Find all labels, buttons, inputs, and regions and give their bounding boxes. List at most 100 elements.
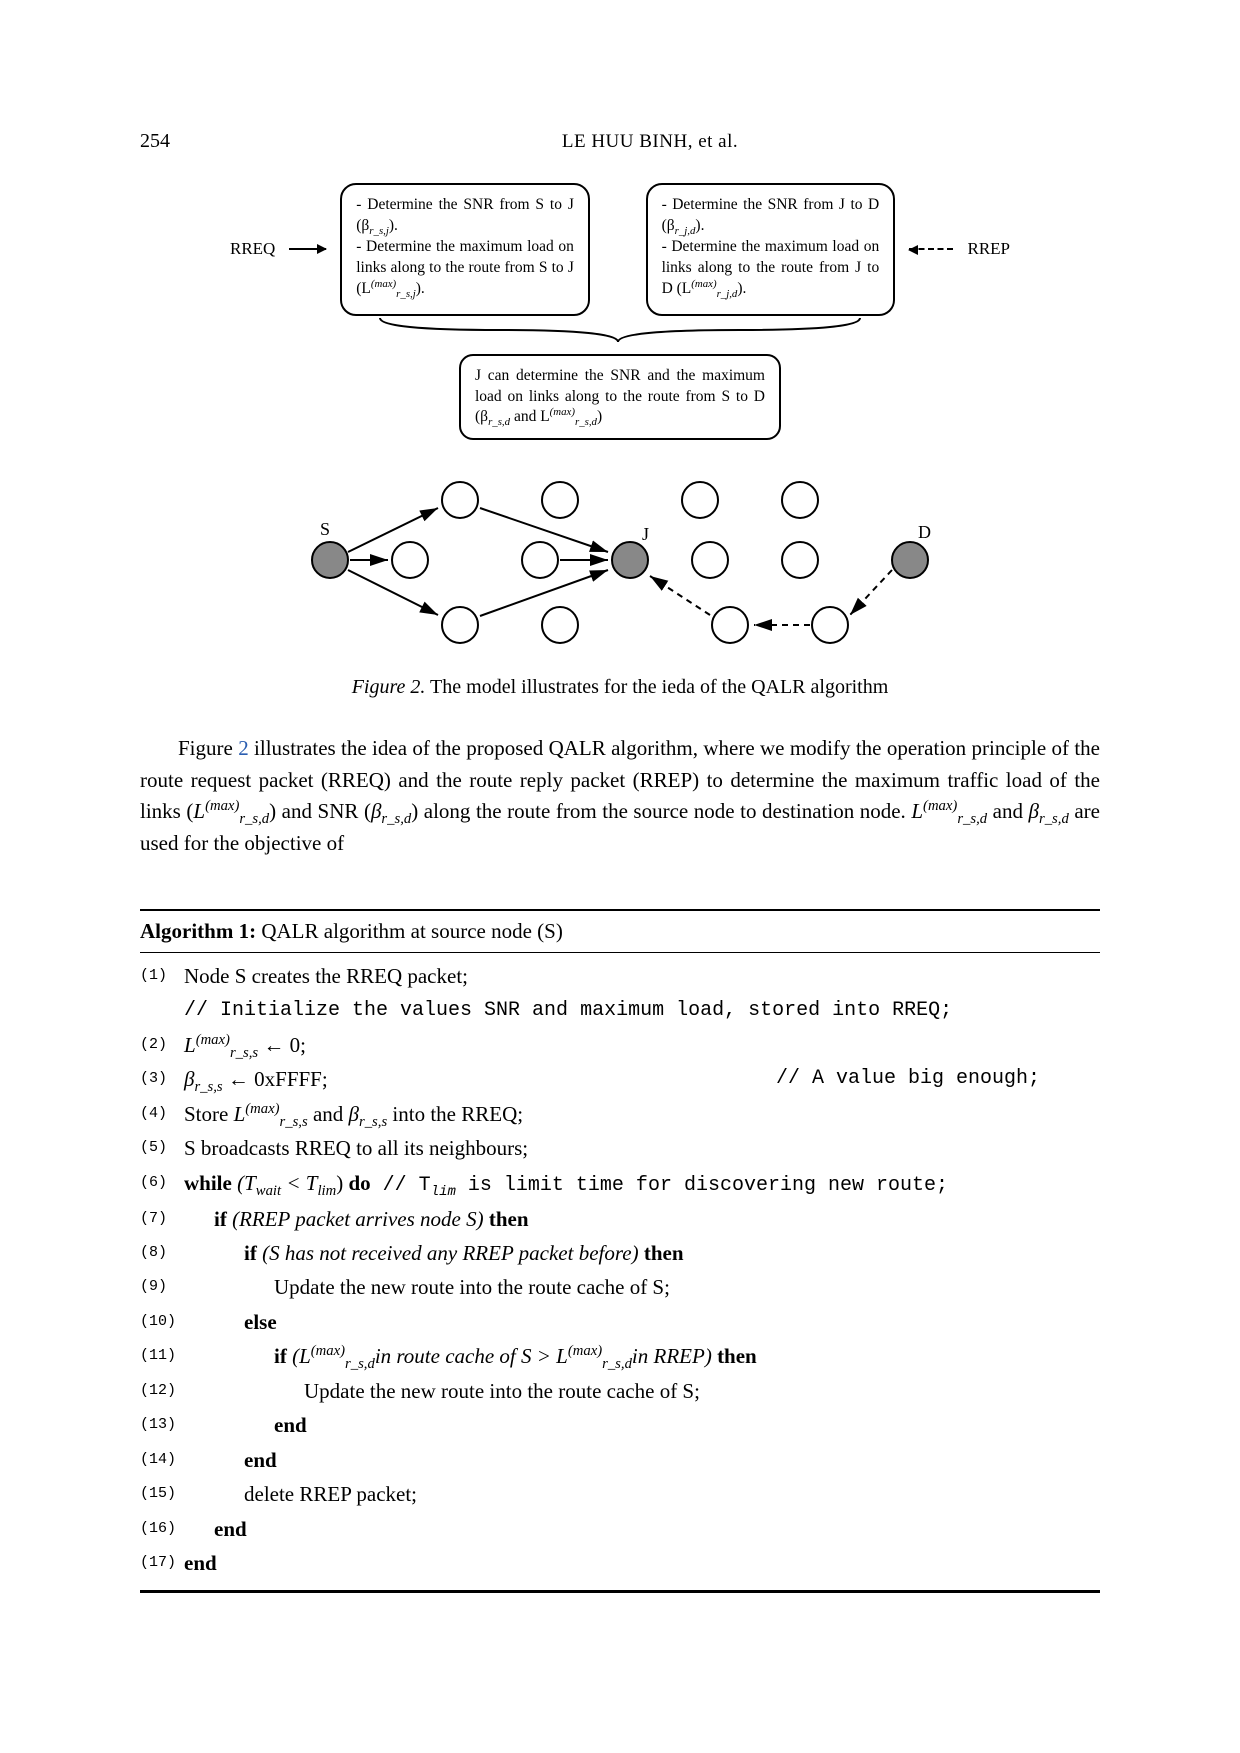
- line-number: (1): [140, 961, 184, 984]
- line-content: else: [244, 1307, 1100, 1337]
- algo-line: (13) end: [140, 1408, 1100, 1442]
- line-content: Update the new route into the route cach…: [274, 1272, 1100, 1302]
- arrow-right-icon: [289, 248, 326, 250]
- line-content: end: [274, 1410, 1100, 1440]
- algo-line: (10) else: [140, 1305, 1100, 1339]
- algo-line: (7) if (RREP packet arrives node S) then: [140, 1202, 1100, 1236]
- rreq-label: RREQ: [230, 239, 275, 259]
- line-comment: // A value big enough;: [776, 1064, 1100, 1093]
- algo-line: (4) Store L(max)r_s,s and βr_s,s into th…: [140, 1097, 1100, 1131]
- algorithm-label: Algorithm 1:: [140, 919, 256, 943]
- algo-line: (6) while (Twait < Tlim) do // Tlim is l…: [140, 1166, 1100, 1202]
- node-d-label: D: [918, 522, 931, 542]
- line-content: if (RREP packet arrives node S) then: [214, 1204, 1100, 1234]
- line-number: (11): [140, 1341, 184, 1364]
- line-number: (10): [140, 1307, 184, 1330]
- line-content: if (L(max)r_s,din route cache of S > L(m…: [274, 1341, 1100, 1371]
- page-number: 254: [140, 130, 200, 153]
- line-number: (7): [140, 1204, 184, 1227]
- node-j-label: J: [642, 524, 649, 544]
- line-number: (5): [140, 1133, 184, 1156]
- algorithm-body: (1) Node S creates the RREQ packet; // I…: [140, 953, 1100, 1591]
- line-number: (12): [140, 1376, 184, 1399]
- page: 254 LE HUU BINH, et al. RREQ - Determine…: [0, 0, 1240, 1753]
- line-content: while (Twait < Tlim) do // Tlim is limit…: [184, 1168, 1100, 1200]
- subscript: r_s,d: [575, 417, 597, 429]
- subscript: r_s,j: [396, 288, 416, 300]
- line-content: end: [214, 1514, 1100, 1544]
- line-number: (3): [140, 1064, 184, 1087]
- info-box-right: - Determine the SNR from J to D (βr_j,d)…: [646, 183, 896, 316]
- figure-label: Figure 2.: [352, 676, 426, 698]
- line-content: Node S creates the RREQ packet;: [184, 961, 1100, 991]
- line-content: delete RREP packet;: [244, 1479, 1100, 1509]
- algo-line: (2) L(max)r_s,s ← 0;: [140, 1028, 1100, 1062]
- superscript: (max): [550, 406, 575, 418]
- line-content: L(max)r_s,s ← 0;: [184, 1030, 1100, 1060]
- math: βr_s,d: [371, 799, 411, 823]
- network-graph: S J D: [270, 460, 970, 660]
- algo-line: (3) βr_s,s ← 0xFFFF; // A value big enou…: [140, 1062, 1100, 1096]
- line-content: S broadcasts RREQ to all its neighbours;: [184, 1133, 1100, 1163]
- citation-ref[interactable]: 2: [238, 736, 249, 760]
- algo-line: (9) Update the new route into the route …: [140, 1270, 1100, 1304]
- text: Figure: [178, 736, 238, 760]
- text: ).: [737, 280, 746, 297]
- line-number: (14): [140, 1445, 184, 1468]
- superscript: (max): [691, 278, 716, 290]
- math: βr_s,d: [1029, 799, 1069, 823]
- line-comment: // Initialize the values SNR and maximum…: [184, 996, 1100, 1025]
- info-box-left: - Determine the SNR from S to J (βr_s,j)…: [340, 183, 590, 316]
- arrow-left-dashed-icon: [909, 248, 953, 250]
- line-number: (13): [140, 1410, 184, 1433]
- subscript: r_j,d: [717, 288, 738, 300]
- algo-line: (14) end: [140, 1443, 1100, 1477]
- text: ): [597, 408, 602, 425]
- line-content: end: [244, 1445, 1100, 1475]
- algorithm-block: Algorithm 1: QALR algorithm at source no…: [140, 909, 1100, 1593]
- math: L(max)r_s,d: [193, 799, 269, 823]
- text: ).: [389, 217, 398, 234]
- superscript: (max): [371, 278, 396, 290]
- line-number: (8): [140, 1238, 184, 1261]
- running-title: LE HUU BINH, et al.: [200, 131, 1100, 153]
- line-content: βr_s,s ← 0xFFFF; // A value big enough;: [184, 1064, 1100, 1094]
- algo-line: (1) Node S creates the RREQ packet;: [140, 959, 1100, 993]
- algorithm-name: QALR algorithm at source node (S): [256, 919, 563, 943]
- line-number: (9): [140, 1272, 184, 1295]
- line-number: (16): [140, 1514, 184, 1537]
- figure-caption-text: The model illustrates for the ieda of th…: [425, 676, 888, 698]
- math: L(max)r_s,d: [911, 799, 987, 823]
- algo-line: (15) delete RREP packet;: [140, 1477, 1100, 1511]
- line-number: (2): [140, 1030, 184, 1053]
- node-s-label: S: [320, 519, 330, 539]
- line-content: Store L(max)r_s,s and βr_s,s into the RR…: [184, 1099, 1100, 1129]
- subscript: r_j,d: [675, 225, 696, 237]
- figure-caption: Figure 2. The model illustrates for the …: [230, 676, 1010, 699]
- line-number: (15): [140, 1479, 184, 1502]
- rrep-label: RREP: [967, 239, 1010, 259]
- algo-line: (17) end: [140, 1546, 1100, 1580]
- page-header: 254 LE HUU BINH, et al.: [140, 130, 1100, 153]
- text: ) along the route from the source node t…: [411, 799, 911, 823]
- algo-line: // Initialize the values SNR and maximum…: [140, 994, 1100, 1028]
- algo-line: (5) S broadcasts RREQ to all its neighbo…: [140, 1131, 1100, 1165]
- line-number: (4): [140, 1099, 184, 1122]
- algo-line: (16) end: [140, 1512, 1100, 1546]
- line-content: end: [184, 1548, 1100, 1578]
- info-box-mid: J can determine the SNR and the maximum …: [459, 354, 781, 441]
- figure-2: RREQ - Determine the SNR from S to J (βr…: [230, 183, 1010, 699]
- algo-line: (8) if (S has not received any RREP pack…: [140, 1236, 1100, 1270]
- line-number: (17): [140, 1548, 184, 1571]
- subscript: r_s,d: [488, 417, 510, 429]
- text: and: [987, 799, 1028, 823]
- text: ) and SNR (: [269, 799, 371, 823]
- line-content: if (S has not received any RREP packet b…: [244, 1238, 1100, 1268]
- algo-line: (11) if (L(max)r_s,din route cache of S …: [140, 1339, 1100, 1373]
- subscript: r_s,j: [369, 225, 389, 237]
- algo-line: (12) Update the new route into the route…: [140, 1374, 1100, 1408]
- body-paragraph: Figure 2 illustrates the idea of the pro…: [140, 733, 1100, 859]
- line-content: Update the new route into the route cach…: [304, 1376, 1100, 1406]
- algorithm-title: Algorithm 1: QALR algorithm at source no…: [140, 911, 1100, 953]
- text: ).: [695, 217, 704, 234]
